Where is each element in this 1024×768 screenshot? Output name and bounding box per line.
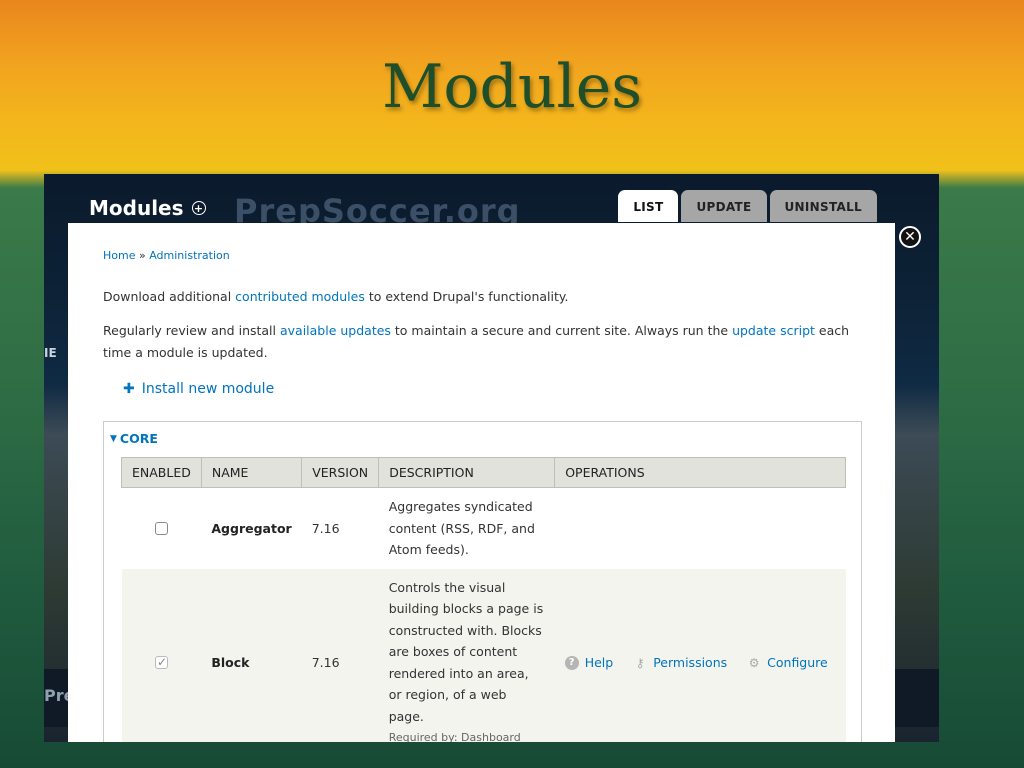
key-icon: ⚷ [635, 655, 645, 670]
permissions-label: Permissions [653, 654, 728, 670]
module-name: Aggregator [201, 487, 302, 569]
column-header-description[interactable]: DESCRIPTION [378, 457, 556, 488]
table-header-row: ENABLED NAME VERSION DESCRIPTION OPERATI… [121, 457, 846, 488]
enable-checkbox-aggregator[interactable] [154, 521, 168, 535]
breadcrumb-separator: » [138, 249, 146, 262]
plus-icon: ✚ [123, 381, 135, 397]
gear-icon: ⚙ [748, 655, 760, 670]
table-row: Block 7.16 Controls the visual building … [121, 568, 846, 742]
admin-page-title: Modules + [89, 196, 206, 220]
operations-cell [554, 487, 846, 569]
drupal-screenshot: PrepSoccer.org IE Pre Modules + LIST UPD… [44, 174, 939, 742]
core-fieldset: ▼ CORE ENABLED NAME VERSION DESCRIPTION … [103, 421, 862, 742]
configure-label: Configure [767, 654, 828, 670]
core-label: CORE [119, 431, 158, 446]
enabled-cell [121, 487, 202, 569]
tab-update[interactable]: UPDATE [681, 190, 767, 222]
add-shortcut-icon[interactable]: + [191, 201, 206, 215]
breadcrumb: Home » Administration [103, 249, 230, 262]
column-header-operations[interactable]: OPERATIONS [554, 457, 846, 488]
module-version: 7.16 [301, 487, 379, 569]
operations-cell: ? Help ⚷ Permissions ⚙ Configure [554, 568, 846, 742]
column-header-enabled[interactable]: ENABLED [121, 457, 202, 488]
configure-link[interactable]: ⚙ Configure [747, 652, 828, 674]
text: to maintain a secure and current site. A… [390, 323, 733, 338]
update-script-link[interactable]: update script [732, 323, 815, 338]
module-name: Block [201, 568, 302, 742]
text: Regularly review and install [103, 323, 280, 338]
module-description: Controls the visual building blocks a pa… [388, 579, 544, 724]
enabled-cell [121, 568, 202, 742]
tab-uninstall[interactable]: UNINSTALL [769, 190, 877, 222]
enable-checkbox-block[interactable] [154, 652, 168, 673]
help-label: Help [584, 654, 614, 670]
module-version: 7.16 [301, 568, 379, 742]
intro-paragraph-1: Download additional contributed modules … [103, 288, 863, 306]
help-link[interactable]: ? Help [564, 652, 614, 674]
intro-paragraph-2: Regularly review and install available u… [103, 320, 863, 364]
table-row: Aggregator 7.16 Aggregates syndicated co… [121, 487, 846, 569]
background-fragment: IE [44, 346, 57, 360]
core-fieldset-toggle[interactable]: ▼ CORE [110, 431, 158, 446]
module-description: Aggregates syndicated content (RSS, RDF,… [378, 487, 555, 569]
install-new-module-label: Install new module [141, 381, 275, 397]
modules-table: ENABLED NAME VERSION DESCRIPTION OPERATI… [121, 457, 846, 742]
admin-title-text: Modules [89, 196, 184, 220]
install-new-module-link[interactable]: ✚ Install new module [123, 381, 274, 397]
triangle-down-icon: ▼ [110, 433, 117, 444]
breadcrumb-home-link[interactable]: Home [103, 249, 135, 262]
permissions-link[interactable]: ⚷ Permissions [633, 652, 727, 674]
column-header-name[interactable]: NAME [200, 457, 303, 488]
tab-list[interactable]: LIST [618, 190, 679, 222]
breadcrumb-administration-link[interactable]: Administration [149, 249, 230, 262]
close-overlay-button[interactable]: ✕ [899, 226, 921, 248]
operations-list: ? Help ⚷ Permissions ⚙ Configure [564, 652, 836, 674]
available-updates-link[interactable]: available updates [280, 323, 391, 338]
close-icon: ✕ [904, 229, 916, 245]
overlay-content: Home » Administration Download additiona… [68, 223, 895, 742]
module-description-cell: Controls the visual building blocks a pa… [378, 568, 555, 742]
text: Download additional [103, 289, 236, 304]
column-header-version[interactable]: VERSION [301, 457, 380, 488]
contributed-modules-link[interactable]: contributed modules [235, 289, 365, 304]
text: to extend Drupal's functionality. [364, 289, 569, 304]
primary-tabs: LIST UPDATE UNINSTALL [618, 190, 877, 222]
required-by-text: Required by: Dashboard [388, 731, 521, 742]
help-icon: ? [564, 655, 579, 670]
slide-title: Modules [381, 52, 643, 122]
